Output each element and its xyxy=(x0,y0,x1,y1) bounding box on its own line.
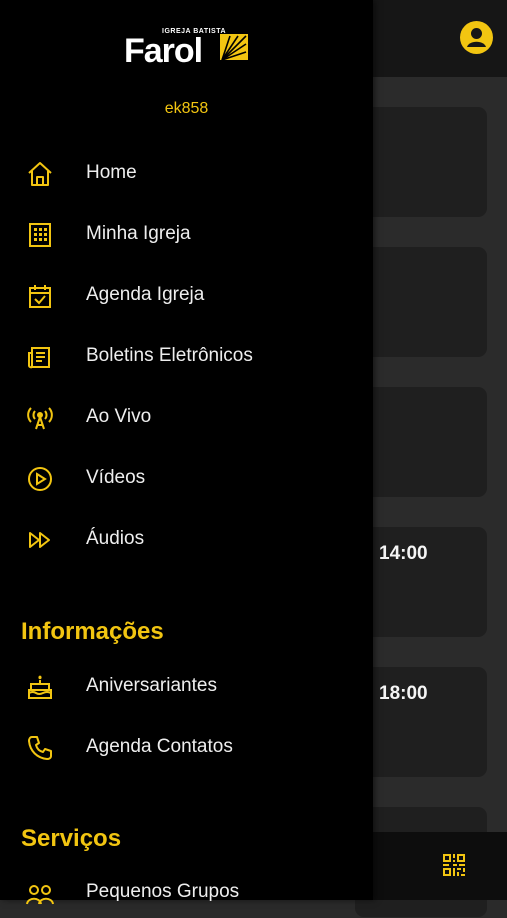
calendar-check-icon xyxy=(29,285,51,308)
lighthouse-beam-icon xyxy=(220,34,248,61)
event-card[interactable]: 18:00 xyxy=(355,667,487,777)
menu-item-home[interactable]: Home xyxy=(0,149,373,199)
menu-item-aniversariantes[interactable]: Aniversariantes xyxy=(0,662,373,712)
broadcast-icon xyxy=(27,407,53,430)
church-logo: IGREJA BATISTA Farol xyxy=(124,28,250,70)
menu-item-agenda-igreja[interactable]: Agenda Igreja xyxy=(0,271,373,321)
logo-title: Farol xyxy=(124,32,203,70)
menu-item-label: Agenda Contatos xyxy=(86,736,233,757)
menu-item-label: Home xyxy=(86,162,137,183)
menu-item-label: Áudios xyxy=(86,528,145,549)
event-time: 14:00 xyxy=(379,543,428,564)
menu-item-pequenos-grupos[interactable]: Pequenos Grupos xyxy=(0,868,373,918)
profile-avatar-icon[interactable] xyxy=(460,21,493,54)
event-time: 18:00 xyxy=(379,683,428,704)
navigation-drawer: IGREJA BATISTA Farol ek858 Home Minha Ig… xyxy=(0,0,373,905)
event-card[interactable]: 14:00 xyxy=(355,527,487,637)
menu-item-audios[interactable]: Áudios xyxy=(0,515,373,565)
user-code: ek858 xyxy=(164,100,209,117)
section-informacoes: Informações xyxy=(21,618,164,645)
menu-item-boletins[interactable]: Boletins Eletrônicos xyxy=(0,332,373,382)
qr-code-icon[interactable] xyxy=(443,854,465,876)
section-servicos: Serviços xyxy=(21,825,122,852)
group-icon xyxy=(26,885,54,905)
menu-item-videos[interactable]: Vídeos xyxy=(0,454,373,504)
event-card[interactable] xyxy=(355,107,487,217)
menu-item-ao-vivo[interactable]: Ao Vivo xyxy=(0,393,373,443)
menu-item-label: Minha Igreja xyxy=(86,223,191,244)
menu-item-minha-igreja[interactable]: Minha Igreja xyxy=(0,210,373,260)
menu-item-label: Vídeos xyxy=(86,467,146,488)
menu-item-label: Aniversariantes xyxy=(86,675,217,696)
menu-item-agenda-contatos[interactable]: Agenda Contatos xyxy=(0,723,373,773)
menu-item-label: Ao Vivo xyxy=(86,406,152,427)
menu-item-label: Agenda Igreja xyxy=(86,284,205,305)
menu-item-label: Boletins Eletrônicos xyxy=(86,345,253,366)
fast-forward-icon xyxy=(29,532,50,548)
cake-icon xyxy=(28,675,52,699)
home-icon xyxy=(28,162,52,186)
play-circle-icon xyxy=(28,467,52,491)
event-card[interactable] xyxy=(355,247,487,357)
newspaper-icon xyxy=(28,347,50,369)
building-icon xyxy=(29,223,51,247)
phone-icon xyxy=(28,736,52,760)
event-card[interactable] xyxy=(355,387,487,497)
